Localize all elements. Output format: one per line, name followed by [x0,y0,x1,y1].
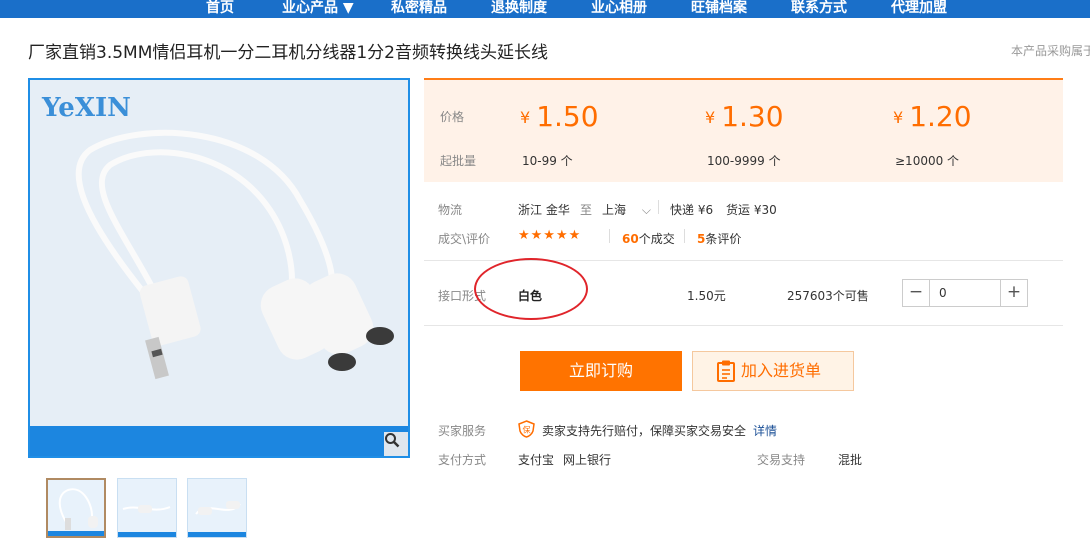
logistics-label: 物流 [438,203,463,217]
details-link[interactable]: 详情 [753,422,777,439]
logistics-to: 至 [580,203,593,217]
thumbnail-1[interactable] [46,478,106,538]
top-nav: 首页 业心产品 ▼ 私密精品 退换制度 业心相册 旺铺档案 联系方式 代理加盟 [0,0,1090,18]
annotation-circle [474,258,588,320]
nav-item-shop-profile[interactable]: 旺铺档案 [691,0,747,18]
payment-label: 支付方式 [438,453,487,467]
deals-count-link[interactable]: 60个成交 [622,230,675,247]
express-fee: 快递 ¥6 [670,203,714,217]
purchase-note: 本产品采购属于 [1011,44,1090,58]
quantity-input[interactable] [931,280,1001,306]
rating-stars: ★★★★★ [518,228,582,243]
nav-item-private[interactable]: 私密精品 [391,0,447,18]
shield-icon: 保 [518,420,535,438]
deals-count: 60 [622,232,639,246]
nav-item-contact[interactable]: 联系方式 [791,0,847,18]
price-tier-3: ¥1.20 [893,100,972,133]
thumbnail-2[interactable] [117,478,177,538]
quantity-stepper: − + [902,279,1028,307]
nav-item-agency[interactable]: 代理加盟 [891,0,947,18]
image-bar [30,426,408,456]
svg-text:保: 保 [523,425,531,435]
chevron-down-icon: ⌵ [641,203,651,217]
thumbnail-3[interactable] [187,478,247,538]
price-tier-1: ¥1.50 [520,100,599,133]
review-suffix: 条评价 [705,232,742,246]
add-to-cart-button[interactable]: 加入进货单 [692,351,854,391]
sku-stock: 257603个可售 [787,289,869,303]
sku-price: 1.50元 [687,289,726,303]
deals-suffix: 个成交 [638,232,675,246]
payment-online-bank: 网上银行 [563,453,612,467]
clipboard-icon [717,360,735,382]
price-box: 价格 起批量 ¥1.50 ¥1.30 ¥1.20 10-99 个 100-999… [424,78,1063,182]
nav-item-album[interactable]: 业心相册 [591,0,647,18]
cart-label: 加入进货单 [741,361,822,380]
review-count-link[interactable]: 5条评价 [697,230,741,247]
main-product-image[interactable]: YeXIN [28,78,410,458]
minus-icon[interactable]: − [903,280,930,306]
trade-support-label: 交易支持 [757,453,806,467]
brand-logo: YeXIN [41,93,131,123]
buyer-service-label: 买家服务 [438,424,487,438]
trade-support-value: 混批 [838,453,863,467]
nav-item-home[interactable]: 首页 [206,0,234,18]
nav-item-products[interactable]: 业心产品 ▼ [282,0,354,18]
destination-select[interactable]: 上海 ⌵ [602,201,651,218]
destination-value: 上海 [602,203,627,217]
freight-fee: 货运 ¥30 [726,203,777,217]
order-now-button[interactable]: 立即订购 [520,351,682,391]
cable-photo: YeXIN [30,80,408,456]
moq-tier-1: 10-99 个 [522,154,573,168]
payment-alipay: 支付宝 [518,453,555,467]
buyer-service-text: 卖家支持先行赔付，保障买家交易安全 [542,424,747,438]
moq-label: 起批量 [440,154,477,168]
reviews-label: 成交\评价 [438,232,491,246]
product-title: 厂家直销3.5MM情侣耳机一分二耳机分线器1分2音频转换线头延长线 [28,43,549,63]
moq-tier-3: ≥10000 个 [895,154,960,168]
price-label: 价格 [440,110,465,124]
nav-item-returns[interactable]: 退换制度 [491,0,547,18]
price-tier-2: ¥1.30 [705,100,784,133]
magnifier-icon[interactable] [384,432,408,456]
logistics-origin: 浙江 金华 [518,203,570,217]
moq-tier-2: 100-9999 个 [707,154,781,168]
plus-icon[interactable]: + [1000,280,1027,306]
